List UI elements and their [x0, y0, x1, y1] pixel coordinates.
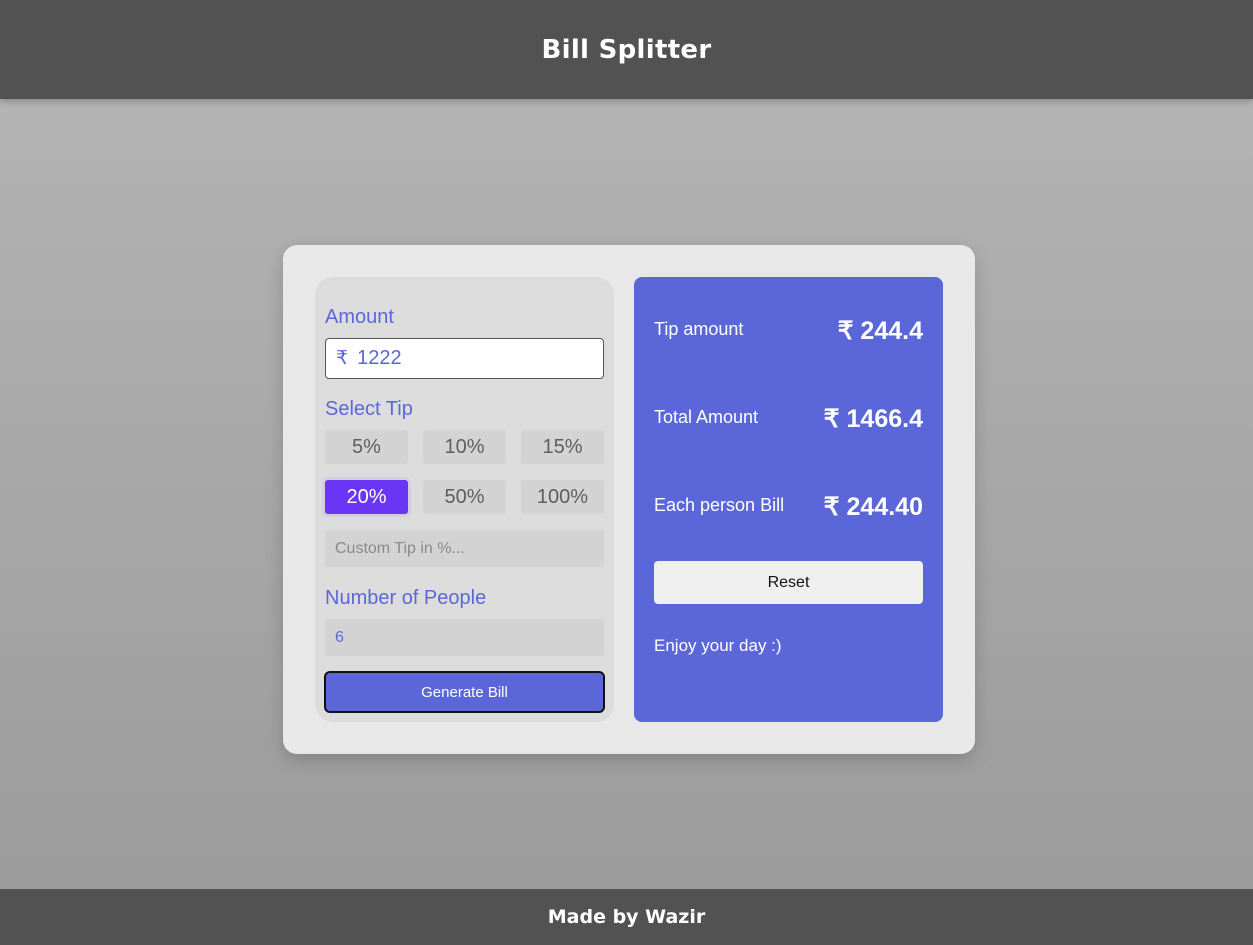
people-label: Number of People	[325, 587, 487, 609]
amount-input[interactable]	[357, 347, 578, 370]
tip-button-20[interactable]: 20%	[325, 480, 408, 514]
tip-amount-label: Tip amount	[654, 319, 744, 339]
tip-amount-value: ₹ 244.4	[837, 317, 923, 345]
tip-button-100[interactable]: 100%	[521, 480, 604, 514]
footer-credit: Made by Wazir	[547, 906, 706, 928]
enjoy-message: Enjoy your day :)	[654, 636, 782, 655]
tip-button-50[interactable]: 50%	[423, 480, 506, 514]
each-person-label: Each person Bill	[654, 495, 785, 515]
input-panel: Amount ₹ Select Tip 5% 10% 15% 20% 50% 1…	[315, 277, 614, 722]
tip-button-15[interactable]: 15%	[521, 430, 604, 464]
page-title: Bill Splitter	[541, 34, 712, 65]
total-amount-label: Total Amount	[654, 407, 759, 427]
select-tip-label: Select Tip	[325, 398, 413, 420]
amount-label: Amount	[325, 306, 394, 328]
each-person-value: ₹ 244.40	[823, 493, 923, 521]
people-input[interactable]: 6	[325, 619, 604, 656]
app-header: Bill Splitter	[0, 0, 1253, 99]
bill-splitter-card: Amount ₹ Select Tip 5% 10% 15% 20% 50% 1…	[283, 245, 975, 754]
total-amount-value: ₹ 1466.4	[823, 405, 923, 433]
tip-button-5[interactable]: 5%	[325, 430, 408, 464]
app-footer: Made by Wazir	[0, 889, 1253, 945]
amount-field[interactable]: ₹	[325, 338, 604, 379]
results-panel: Tip amount ₹ 244.4 Total Amount ₹ 1466.4…	[634, 277, 943, 722]
rupee-icon: ₹	[336, 348, 349, 369]
generate-bill-button[interactable]: Generate Bill	[324, 671, 605, 713]
tip-button-10[interactable]: 10%	[423, 430, 506, 464]
custom-tip-input[interactable]: Custom Tip in %...	[325, 530, 604, 567]
reset-button[interactable]: Reset	[654, 561, 923, 604]
